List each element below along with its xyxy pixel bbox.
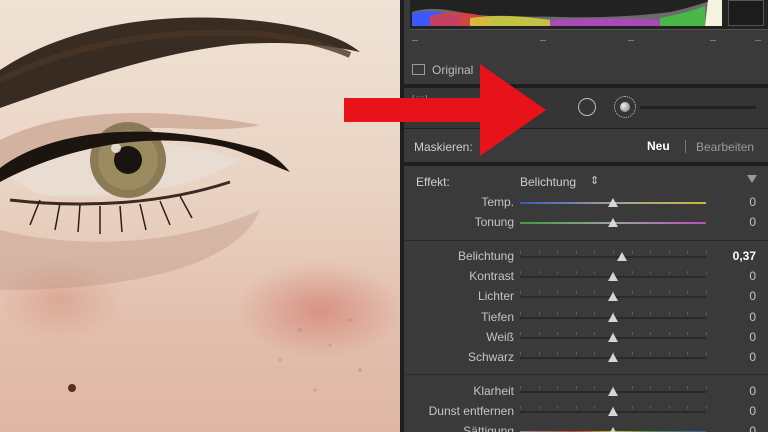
- slider-row: Temp. 0: [404, 192, 768, 212]
- slider-row: Dunst entfernen 0: [404, 401, 768, 421]
- masks-edit-button[interactable]: Bearbeiten: [696, 140, 754, 154]
- slider-value[interactable]: 0: [749, 269, 756, 283]
- slider-row: Kontrast 0: [404, 266, 768, 286]
- panel-separator: [404, 162, 768, 166]
- slider-row: Klarheit 0: [404, 381, 768, 401]
- slider-group-separator: [404, 240, 768, 241]
- slider-thumb[interactable]: [608, 292, 618, 301]
- masks-divider: [685, 140, 686, 153]
- slider-label: Temp.: [481, 195, 514, 209]
- slider-value[interactable]: 0: [749, 195, 756, 209]
- slider-thumb[interactable]: [608, 353, 618, 362]
- histogram-tick: [628, 40, 634, 41]
- slider-row: Lichter 0: [404, 286, 768, 306]
- slider-value[interactable]: 0: [749, 404, 756, 418]
- slider-row: Belichtung 0,37: [404, 246, 768, 266]
- histogram-tick: [710, 40, 716, 41]
- slider-row: Tonung 0: [404, 212, 768, 232]
- effect-select[interactable]: Belichtung: [520, 175, 576, 189]
- slider-row: Schwarz 0: [404, 347, 768, 367]
- slider-value[interactable]: 0,37: [733, 249, 756, 263]
- slider-ticks: [520, 251, 707, 254]
- slider-label: Weiß: [486, 330, 514, 344]
- slider-label: Schwarz: [467, 350, 514, 364]
- red-arrow-annotation: [344, 64, 546, 156]
- slider-row: Tiefen 0: [404, 307, 768, 327]
- slider-label: Lichter: [477, 289, 514, 303]
- adjustment-brush-icon[interactable]: [578, 98, 596, 116]
- slider-thumb[interactable]: [608, 333, 618, 342]
- slider-thumb[interactable]: [608, 387, 618, 396]
- histogram: [410, 0, 768, 30]
- histogram-tick: [755, 40, 761, 41]
- masks-new-button[interactable]: Neu: [647, 139, 670, 153]
- brush-icon-inner: [620, 102, 630, 112]
- slider-row: Sättigung 0: [404, 421, 768, 432]
- slider-value[interactable]: 0: [749, 350, 756, 364]
- histogram-tick: [412, 40, 418, 41]
- brush-icon[interactable]: [614, 96, 636, 118]
- slider-thumb[interactable]: [608, 198, 618, 207]
- slider-label: Klarheit: [473, 384, 514, 398]
- collapse-triangle-icon[interactable]: [747, 175, 757, 183]
- slider-thumb[interactable]: [608, 218, 618, 227]
- slider-label: Dunst entfernen: [428, 404, 514, 418]
- effect-select-chevron-icon[interactable]: ⇕: [590, 174, 599, 187]
- slider-value[interactable]: 0: [749, 330, 756, 344]
- slider-thumb[interactable]: [608, 427, 618, 432]
- slider-label: Belichtung: [457, 249, 514, 263]
- slider-label: Tonung: [474, 215, 514, 229]
- slider-value[interactable]: 0: [749, 384, 756, 398]
- slider-value[interactable]: 0: [749, 310, 756, 324]
- slider-value[interactable]: 0: [749, 424, 756, 432]
- slider-track[interactable]: [520, 256, 706, 258]
- effect-row: Effekt: Belichtung ⇕: [404, 172, 768, 192]
- slider-row: Weiß 0: [404, 327, 768, 347]
- slider-thumb[interactable]: [608, 313, 618, 322]
- slider-thumb[interactable]: [608, 272, 618, 281]
- slider-group-separator: [404, 374, 768, 375]
- histogram-clipping-box[interactable]: [728, 0, 764, 26]
- slider-label: Sättigung: [463, 424, 514, 432]
- slider-value[interactable]: 0: [749, 289, 756, 303]
- slider-thumb[interactable]: [608, 407, 618, 416]
- effect-label: Effekt:: [416, 175, 450, 189]
- histogram-ticks: [410, 36, 761, 46]
- histogram-graph: [412, 0, 722, 26]
- brush-size-slider[interactable]: [640, 106, 756, 109]
- slider-label: Tiefen: [481, 310, 514, 324]
- slider-label: Kontrast: [469, 269, 514, 283]
- slider-thumb[interactable]: [616, 252, 627, 261]
- slider-value[interactable]: 0: [749, 215, 756, 229]
- histogram-tick: [540, 40, 546, 41]
